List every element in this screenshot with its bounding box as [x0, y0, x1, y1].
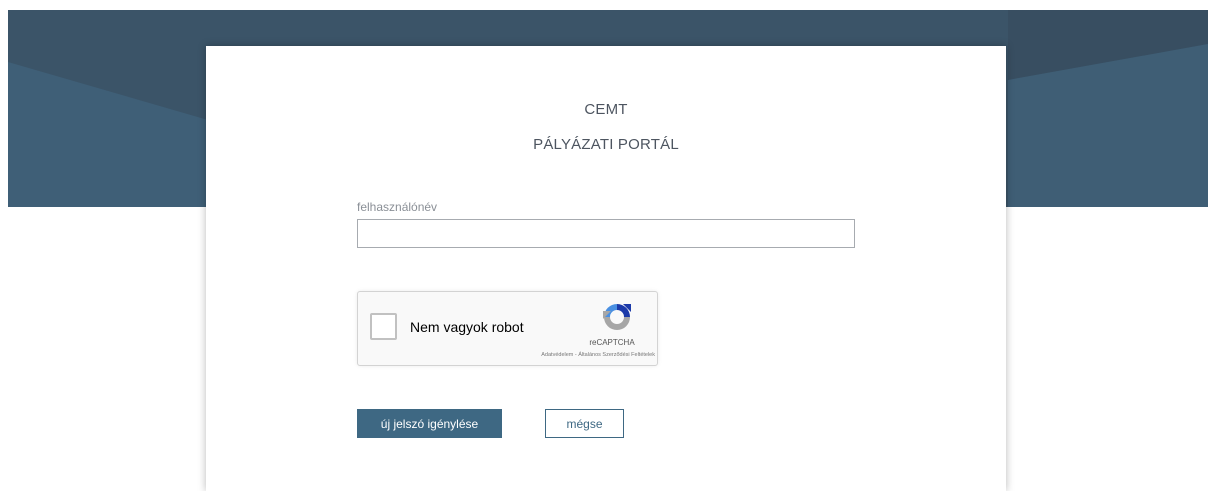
username-input[interactable] [357, 219, 855, 248]
cancel-button[interactable]: mégse [545, 409, 624, 438]
recaptcha-checkbox[interactable] [370, 313, 397, 340]
username-label: felhasználónév [357, 200, 438, 214]
app-title: CEMT [584, 101, 628, 118]
request-new-password-button[interactable]: új jelszó igénylése [357, 409, 502, 438]
password-reset-card: CEMT PÁLYÁZATI PORTÁL felhasználónév Nem… [206, 46, 1006, 491]
portal-title: PÁLYÁZATI PORTÁL [533, 136, 679, 153]
recaptcha-privacy-terms-links[interactable]: Adatvédelem - Általános Szerződési Felté… [541, 352, 655, 358]
recaptcha-widget: Nem vagyok robot reCAPTCHA Adatvédelem -… [357, 291, 658, 366]
recaptcha-brand: reCAPTCHA [589, 338, 635, 347]
recaptcha-logo-icon [601, 301, 633, 333]
recaptcha-label: Nem vagyok robot [410, 319, 524, 335]
